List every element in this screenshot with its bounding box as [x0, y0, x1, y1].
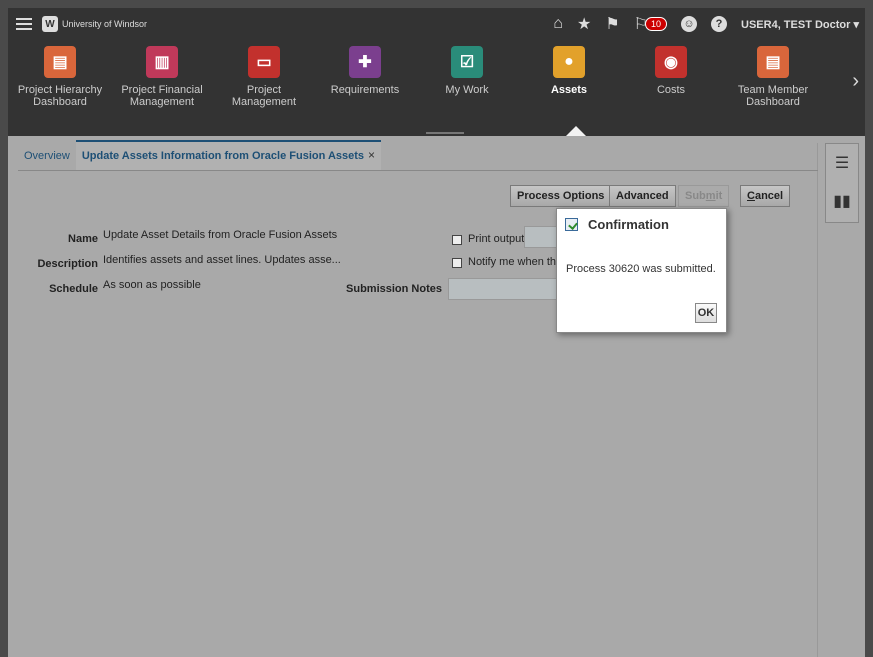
- springboard-item-project-financial-management[interactable]: ▥ Project Financial Management: [112, 46, 212, 108]
- description-value: Identifies assets and asset lines. Updat…: [103, 254, 341, 266]
- springboard-label: Assets: [550, 84, 588, 96]
- name-label: Name: [68, 233, 98, 245]
- document-icon[interactable]: ☰: [826, 144, 858, 182]
- springboard-item-assets[interactable]: ● Assets: [519, 46, 619, 96]
- side-toolbar: ☰ ▮▮: [825, 143, 859, 223]
- springboard-label: Project Hierarchy Dashboard: [17, 84, 103, 108]
- close-icon[interactable]: ×: [368, 148, 375, 162]
- cancel-button[interactable]: Cancel: [740, 185, 791, 207]
- submission-notes-input[interactable]: [448, 278, 558, 300]
- print-output-label: Print output: [468, 233, 525, 245]
- favorites-icon[interactable]: ★: [577, 14, 591, 34]
- springboard-item-my-work[interactable]: ☑ My Work: [417, 46, 517, 96]
- tab-label: Update Assets Information from Oracle Fu…: [81, 150, 365, 162]
- collapse-grip[interactable]: [426, 132, 464, 134]
- dialog-message: Process 30620 was submitted.: [566, 263, 716, 275]
- button-label: Process Options: [517, 190, 605, 202]
- tab-overview[interactable]: Overview: [18, 150, 76, 170]
- springboard: ▤ Project Hierarchy Dashboard ▥ Project …: [8, 40, 865, 136]
- springboard-label: Project Management: [231, 84, 297, 108]
- button-accesskey: C: [747, 190, 755, 202]
- tab-update-assets[interactable]: Update Assets Information from Oracle Fu…: [75, 140, 382, 170]
- springboard-label: Costs: [656, 84, 686, 96]
- springboard-label: Requirements: [330, 84, 400, 96]
- springboard-item-project-management[interactable]: ▭ Project Management: [214, 46, 314, 108]
- notify-me-checkbox[interactable]: [452, 258, 462, 268]
- notification-count: 10: [645, 17, 668, 31]
- notify-me-label: Notify me when this: [468, 256, 564, 268]
- dialog-title: Confirmation: [565, 217, 669, 232]
- shield-icon: W: [42, 16, 58, 32]
- notifications-button[interactable]: ⚐ 10: [634, 14, 668, 34]
- active-pointer: [566, 126, 586, 136]
- puzzle-icon: ✚: [349, 46, 381, 78]
- advanced-button[interactable]: Advanced: [609, 185, 676, 207]
- chart-icon: ▥: [146, 46, 178, 78]
- global-icons: ⌂ ★ ⚑ ⚐ 10 ☺ ? USER4, TEST Doctor ▾: [553, 8, 859, 40]
- chevron-right-icon[interactable]: ›: [852, 70, 859, 93]
- costs-icon: ◉: [655, 46, 687, 78]
- print-output-checkbox[interactable]: [452, 235, 462, 245]
- accessibility-icon[interactable]: ☺: [681, 16, 698, 32]
- bar-chart-icon[interactable]: ▮▮: [826, 182, 858, 220]
- ok-button[interactable]: OK: [695, 303, 717, 323]
- tab-bar: Overview Update Assets Information from …: [18, 140, 818, 171]
- checklist-icon: ☑: [451, 46, 483, 78]
- university-logo[interactable]: W University of Windsor: [42, 16, 147, 32]
- submission-notes-label: Submission Notes: [346, 283, 442, 295]
- content-area: Overview Update Assets Information from …: [8, 136, 865, 657]
- help-icon[interactable]: ?: [711, 16, 728, 32]
- process-options-button[interactable]: Process Options: [510, 185, 612, 207]
- springboard-item-team-member-dashboard[interactable]: ▤ Team Member Dashboard: [723, 46, 823, 108]
- project-icon: ▭: [248, 46, 280, 78]
- schedule-label: Schedule: [49, 283, 98, 295]
- springboard-item-requirements[interactable]: ✚ Requirements: [315, 46, 415, 96]
- confirmation-dialog: Confirmation Process 30620 was submitted…: [556, 208, 727, 333]
- button-accesskey: m: [705, 190, 716, 202]
- springboard-label: Team Member Dashboard: [737, 84, 809, 108]
- button-label-part: ancel: [754, 190, 784, 202]
- user-menu[interactable]: USER4, TEST Doctor ▾: [741, 18, 859, 31]
- submit-button[interactable]: Sub m it: [678, 185, 730, 207]
- confirmation-icon: [565, 218, 578, 231]
- home-icon[interactable]: ⌂: [553, 15, 563, 33]
- springboard-item-costs[interactable]: ◉ Costs: [621, 46, 721, 96]
- schedule-value: As soon as possible: [103, 279, 201, 291]
- dialog-title-text: Confirmation: [588, 217, 669, 232]
- logo-text: University of Windsor: [62, 19, 148, 29]
- name-value: Update Asset Details from Oracle Fusion …: [103, 229, 338, 241]
- springboard-label: My Work: [445, 84, 489, 96]
- tab-label: Overview: [24, 150, 70, 162]
- button-label-part: Sub: [685, 190, 706, 202]
- dashboard-icon: ▤: [757, 46, 789, 78]
- assets-icon: ●: [553, 46, 585, 78]
- springboard-item-project-hierarchy-dashboard[interactable]: ▤ Project Hierarchy Dashboard: [10, 46, 110, 108]
- dashboard-icon: ▤: [44, 46, 76, 78]
- button-label-part: it: [715, 190, 723, 202]
- flag-icon[interactable]: ⚑: [605, 14, 619, 34]
- springboard-label: Project Financial Management: [121, 84, 203, 108]
- top-bar: W University of Windsor ⌂ ★ ⚑ ⚐ 10 ☺ ? U…: [8, 8, 865, 40]
- description-label: Description: [37, 258, 98, 270]
- button-label: Advanced: [616, 190, 669, 202]
- menu-icon[interactable]: [16, 18, 32, 30]
